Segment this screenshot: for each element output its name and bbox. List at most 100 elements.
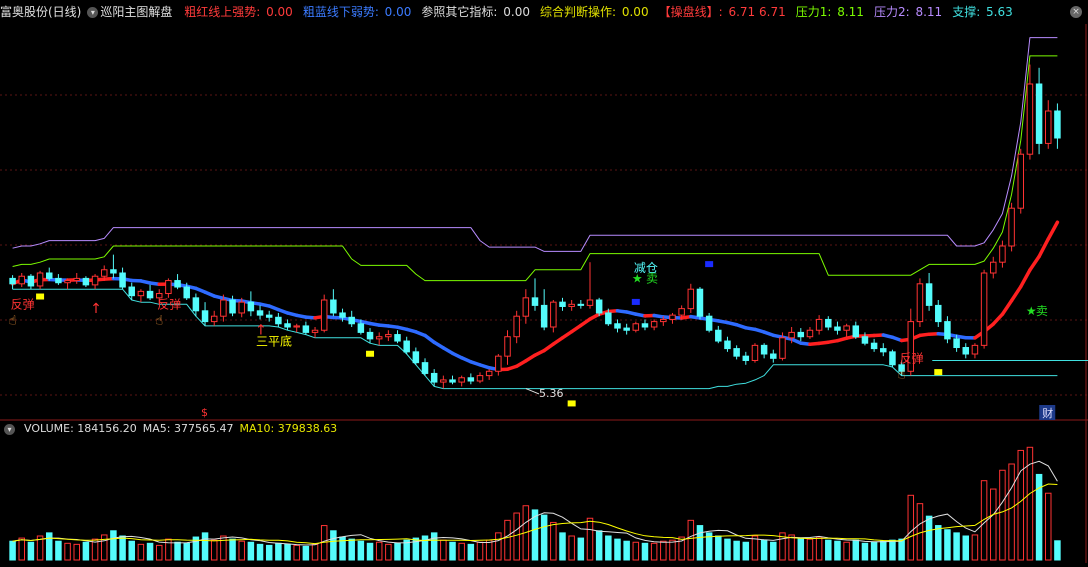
candle[interactable] (37, 273, 42, 286)
stock-chart[interactable]: 反弹☝反弹☝反弹☝↑↑三平底减仓★卖★卖★买★加仓★卖顶卖★平★8.385.36… (0, 0, 1088, 563)
candle[interactable] (175, 281, 180, 287)
volume-bar[interactable] (807, 539, 812, 560)
volume-bar[interactable] (386, 544, 391, 560)
volume-bar[interactable] (367, 543, 372, 560)
volume-bar[interactable] (395, 543, 400, 560)
volume-bar[interactable] (477, 542, 482, 560)
candle[interactable] (523, 298, 528, 316)
candle[interactable] (578, 304, 583, 305)
candle[interactable] (569, 304, 574, 306)
candle[interactable] (257, 311, 262, 315)
candle[interactable] (761, 345, 766, 354)
candle[interactable] (972, 345, 977, 354)
volume-bar[interactable] (853, 540, 858, 560)
candle[interactable] (28, 276, 33, 286)
volume-bar[interactable] (46, 533, 51, 560)
volume-bar[interactable] (450, 542, 455, 560)
volume-bar[interactable] (835, 541, 840, 560)
volume-bar[interactable] (734, 541, 739, 560)
candle[interactable] (706, 316, 711, 330)
candle[interactable] (771, 354, 776, 358)
candle[interactable] (606, 313, 611, 324)
candle[interactable] (697, 289, 702, 316)
volume-bar[interactable] (899, 539, 904, 560)
volume-bar[interactable] (129, 541, 134, 560)
candle[interactable] (881, 349, 886, 352)
candle[interactable] (716, 330, 721, 341)
volume-bar[interactable] (752, 536, 757, 560)
candle[interactable] (211, 316, 216, 321)
volume-bar[interactable] (569, 536, 574, 560)
candle[interactable] (56, 278, 61, 282)
candle[interactable] (386, 335, 391, 337)
candle[interactable] (826, 319, 831, 327)
volume-bar[interactable] (826, 540, 831, 560)
candle[interactable] (587, 300, 592, 305)
volume-bar[interactable] (120, 536, 125, 560)
candle[interactable] (926, 284, 931, 306)
candle[interactable] (294, 326, 299, 327)
volume-bar[interactable] (1046, 493, 1051, 560)
candle[interactable] (871, 343, 876, 348)
candle[interactable] (441, 380, 446, 382)
candle[interactable] (670, 315, 675, 319)
candle[interactable] (541, 305, 546, 327)
volume-bar[interactable] (349, 539, 354, 560)
candle[interactable] (789, 332, 794, 337)
volume-bar[interactable] (991, 489, 996, 560)
volume-bar[interactable] (1055, 541, 1060, 560)
volume-bar[interactable] (147, 543, 152, 560)
candle[interactable] (532, 298, 537, 306)
candle[interactable] (111, 270, 116, 273)
collapse-icon[interactable]: ▾ (4, 424, 15, 435)
candle[interactable] (853, 326, 858, 337)
candle[interactable] (266, 315, 271, 317)
candle[interactable] (129, 287, 134, 296)
volume-bar[interactable] (376, 542, 381, 560)
volume-bar[interactable] (468, 544, 473, 560)
candle[interactable] (991, 262, 996, 273)
volume-bar[interactable] (771, 542, 776, 560)
volume-bar[interactable] (862, 543, 867, 560)
candle[interactable] (10, 278, 15, 283)
candle[interactable] (633, 324, 638, 330)
volume-bar[interactable] (917, 504, 922, 560)
volume-bar[interactable] (615, 539, 620, 560)
candle[interactable] (890, 352, 895, 365)
volume-bar[interactable] (1009, 464, 1014, 560)
candle[interactable] (120, 273, 125, 287)
volume-bar[interactable] (688, 520, 693, 560)
candle[interactable] (679, 309, 684, 315)
volume-bar[interactable] (505, 520, 510, 560)
volume-bar[interactable] (266, 545, 271, 560)
volume-bar[interactable] (257, 544, 262, 560)
candle[interactable] (239, 302, 244, 313)
candle[interactable] (734, 349, 739, 357)
volume-bar[interactable] (230, 539, 235, 560)
candle[interactable] (19, 276, 24, 284)
candle[interactable] (450, 380, 455, 382)
volume-bar[interactable] (56, 541, 61, 560)
candle[interactable] (431, 373, 436, 382)
candle[interactable] (1055, 111, 1060, 138)
candle[interactable] (395, 335, 400, 341)
volume-bar[interactable] (276, 543, 281, 560)
volume-bar[interactable] (670, 540, 675, 560)
candle[interactable] (651, 322, 656, 327)
candle[interactable] (661, 319, 666, 321)
volume-bar[interactable] (798, 538, 803, 560)
volume-bar[interactable] (578, 538, 583, 560)
volume-bar[interactable] (761, 540, 766, 560)
volume-bar[interactable] (459, 543, 464, 560)
candle[interactable] (835, 327, 840, 330)
candle[interactable] (422, 363, 427, 374)
candle[interactable] (1036, 84, 1041, 143)
candle[interactable] (83, 278, 88, 284)
candle[interactable] (624, 328, 629, 330)
candle[interactable] (514, 316, 519, 337)
volume-bar[interactable] (716, 536, 721, 560)
volume-bar[interactable] (83, 542, 88, 560)
volume-bar[interactable] (184, 543, 189, 560)
volume-bar[interactable] (908, 495, 913, 560)
candle[interactable] (74, 278, 79, 280)
